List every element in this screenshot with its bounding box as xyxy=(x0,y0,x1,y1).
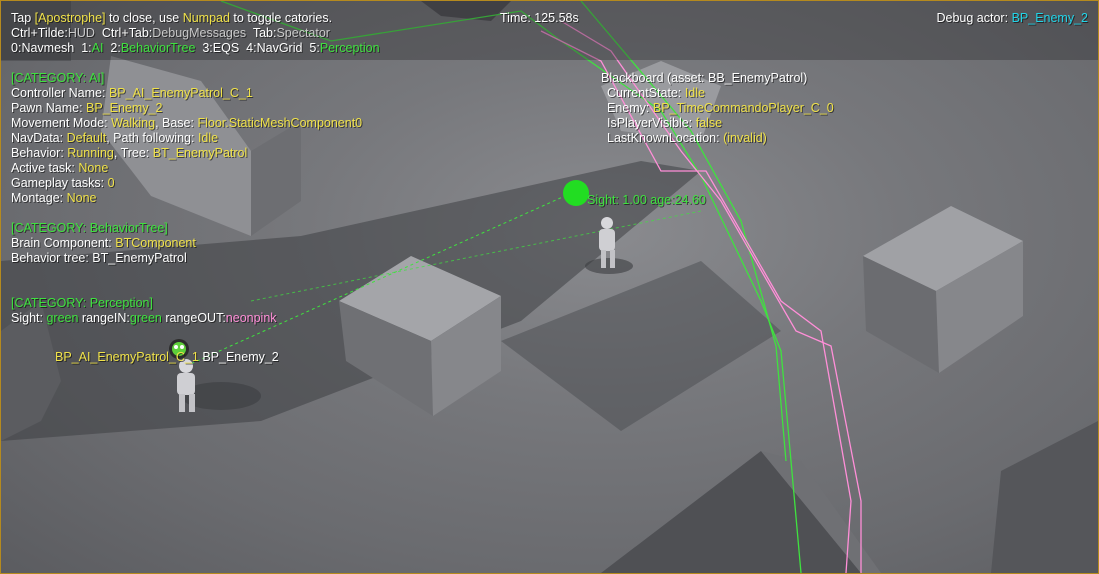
debug-messages-mode: DebugMessages xyxy=(152,26,247,40)
current-state-label: CurrentState: xyxy=(607,86,682,100)
tab-key: Tab: xyxy=(252,26,277,40)
enemy-label: Enemy: xyxy=(607,101,650,115)
range-in-label: rangeIN: xyxy=(81,311,130,325)
path-following-value: Idle xyxy=(197,131,219,145)
cube-block xyxy=(991,421,1098,573)
category-name: BehaviorTree xyxy=(120,41,196,55)
sight-label: Sight: xyxy=(11,311,43,325)
category-key: 2: xyxy=(110,41,121,55)
debug-actor-value: BP_Enemy_2 xyxy=(1011,11,1088,25)
ctrl-tilde-key: Ctrl+Tilde: xyxy=(11,26,68,40)
category-toggles: 0:Navmesh 1:AI 2:BehaviorTree 3:EQS 4:Na… xyxy=(11,41,380,56)
player-visible-label: IsPlayerVisible: xyxy=(607,116,693,130)
perception-category-panel: [CATEGORY: Perception] Sight: green rang… xyxy=(11,296,277,326)
tap-text: Tap xyxy=(11,11,32,25)
debug-actor: Debug actor: BP_Enemy_2 xyxy=(937,11,1089,26)
category-key: 4: xyxy=(246,41,257,55)
navdata-label: NavData: xyxy=(11,131,64,145)
actor-overhead-label: BP_AI_EnemyPatrol_C_1 BP_Enemy_2 xyxy=(55,350,279,365)
enemy-value: BP_TimeCommandoPlayer_C_0 xyxy=(652,101,834,115)
path-following-label: , Path following: xyxy=(106,131,195,145)
category-toggle-navmesh[interactable]: 0:Navmesh xyxy=(11,41,74,55)
tree-label: , Tree: xyxy=(113,146,150,160)
gameplay-tasks-value: 0 xyxy=(107,176,115,190)
bt-category-panel: [CATEGORY: BehaviorTree] Brain Component… xyxy=(11,221,196,266)
category-name: Perception xyxy=(319,41,380,55)
category-key: 3: xyxy=(202,41,213,55)
tree-value: BT_EnemyPatrol xyxy=(152,146,248,160)
navdata-value: Default xyxy=(66,131,107,145)
bt-category-header: [CATEGORY: BehaviorTree] xyxy=(11,221,168,235)
category-key: 0: xyxy=(11,41,22,55)
base-value: Floor.StaticMeshComponent0 xyxy=(197,116,363,130)
category-toggle-navgrid[interactable]: 4:NavGrid xyxy=(246,41,302,55)
time-readout: Time: 125.58s xyxy=(500,11,579,25)
actor-pawn-label: BP_Enemy_2 xyxy=(202,350,279,364)
current-state-value: Idle xyxy=(684,86,705,100)
active-task-label: Active task: xyxy=(11,161,75,175)
controller-label: Controller Name: xyxy=(11,86,106,100)
pawn-label: Pawn Name: xyxy=(11,101,83,115)
behavior-tree-line: Behavior tree: BT_EnemyPatrol xyxy=(11,251,187,265)
sight-value: green xyxy=(46,311,79,325)
behavior-label: Behavior: xyxy=(11,146,64,160)
category-name: NavGrid xyxy=(256,41,303,55)
to-close-text: to close, use xyxy=(109,11,180,25)
blackboard-title: Blackboard (asset: BB_EnemyPatrol) xyxy=(601,71,808,85)
category-name: EQS xyxy=(212,41,240,55)
brain-component-label: Brain Component: xyxy=(11,236,112,250)
pawn-value: BP_Enemy_2 xyxy=(86,101,163,115)
toggle-text: to toggle catories. xyxy=(233,11,333,25)
category-name: Navmesh xyxy=(21,41,75,55)
player-visible-value: false xyxy=(695,116,723,130)
category-toggle-perception[interactable]: 5:Perception xyxy=(309,41,379,55)
spectator-mode: Spectator xyxy=(276,26,330,40)
controller-value: BP_AI_EnemyPatrol_C_1 xyxy=(108,86,253,100)
numpad-key: Numpad xyxy=(182,11,230,25)
hud-mode: HUD xyxy=(67,26,95,40)
category-toggle-ai[interactable]: 1:AI xyxy=(81,41,103,55)
category-toggle-eqs[interactable]: 3:EQS xyxy=(202,41,239,55)
debug-instructions: Tap [Apostrophe] to close, use Numpad to… xyxy=(11,11,380,56)
debug-actor-label: Debug actor: xyxy=(936,11,1009,25)
range-in-value: green xyxy=(129,311,162,325)
movement-label: Movement Mode: xyxy=(11,116,108,130)
category-key: 5: xyxy=(309,41,320,55)
movement-value: Walking xyxy=(111,116,156,130)
ctrl-tab-key: Ctrl+Tab: xyxy=(101,26,153,40)
category-toggle-behaviortree[interactable]: 2:BehaviorTree xyxy=(110,41,195,55)
category-name: AI xyxy=(91,41,104,55)
brain-component-value: BTComponent xyxy=(115,236,196,250)
category-key: 1: xyxy=(81,41,92,55)
game-viewport[interactable]: Tap [Apostrophe] to close, use Numpad to… xyxy=(0,0,1099,574)
base-label: , Base: xyxy=(155,116,194,130)
montage-value: None xyxy=(66,191,97,205)
perception-category-header: [CATEGORY: Perception] xyxy=(11,296,153,310)
actor-controller-label: BP_AI_EnemyPatrol_C_1 xyxy=(55,350,199,364)
last-known-location-value: (invalid) xyxy=(723,131,767,145)
range-out-label: rangeOUT: xyxy=(165,311,226,325)
ai-category-panel: [CATEGORY: AI] Controller Name: BP_AI_En… xyxy=(11,71,362,206)
gameplay-tasks-label: Gameplay tasks: xyxy=(11,176,105,190)
active-task-value: None xyxy=(78,161,109,175)
blackboard-panel: Blackboard (asset: BB_EnemyPatrol) Curre… xyxy=(601,71,834,146)
range-out-value: neonpink xyxy=(225,311,277,325)
behavior-value: Running xyxy=(67,146,114,160)
montage-label: Montage: xyxy=(11,191,64,205)
sight-stimulus-label: Sight: 1.00 age:24.60 xyxy=(587,193,706,207)
last-known-location-label: LastKnownLocation: xyxy=(607,131,720,145)
sight-stimulus-sphere xyxy=(563,180,589,206)
ai-category-header: [CATEGORY: AI] xyxy=(11,71,105,85)
apostrophe-key: [Apostrophe] xyxy=(34,11,106,25)
